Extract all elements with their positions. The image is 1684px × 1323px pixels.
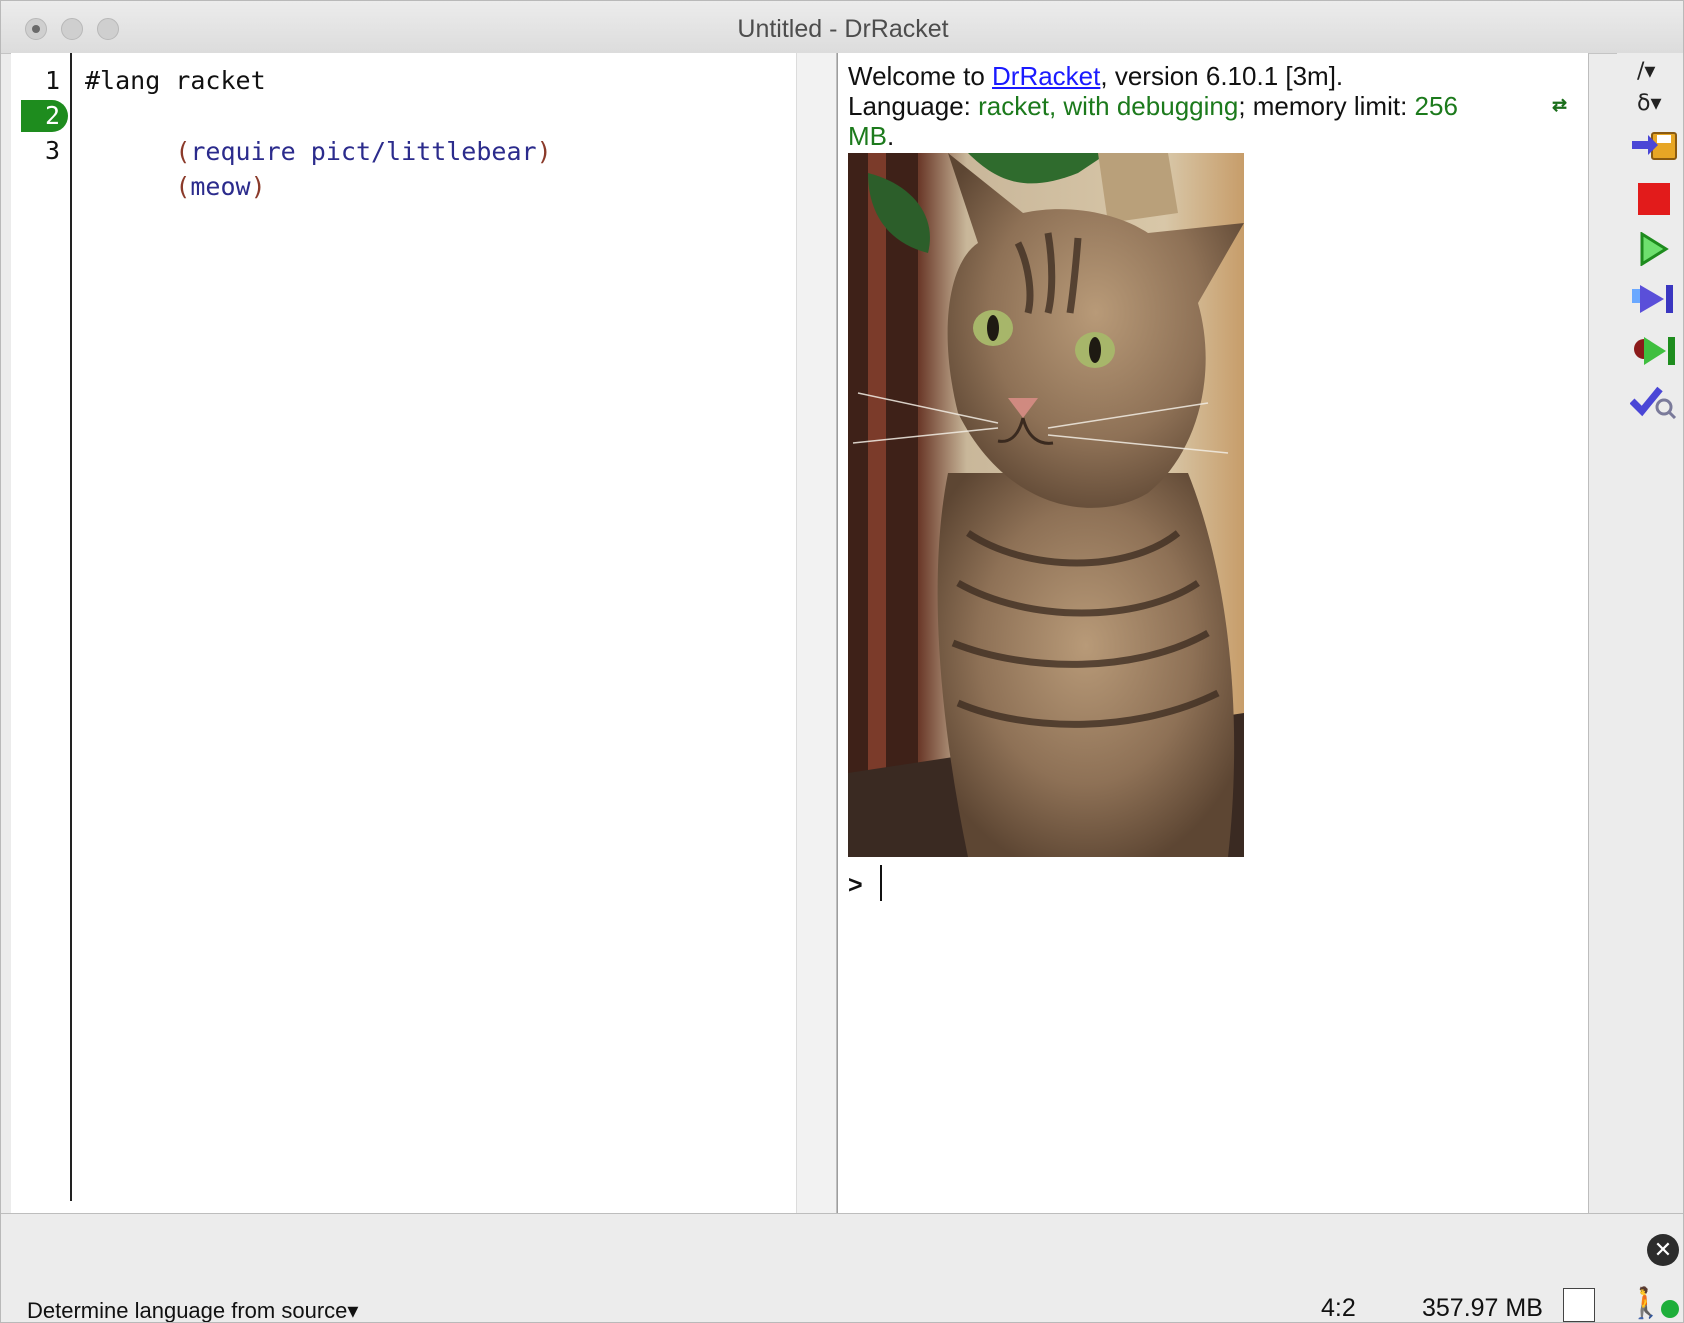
- save-icon: [1632, 132, 1677, 160]
- text-caret: [880, 865, 882, 901]
- language-line: Language: racket, with debugging; memory…: [848, 91, 1458, 121]
- run-button[interactable]: [1629, 227, 1679, 271]
- cat-image: [848, 153, 1244, 857]
- debug-icon: [1634, 337, 1675, 365]
- delta-menu[interactable]: δ▾: [1637, 91, 1662, 116]
- code-line-1[interactable]: #lang racket: [85, 63, 266, 99]
- title-bar: Untitled - DrRacket: [1, 1, 1683, 54]
- debug-button[interactable]: [1629, 329, 1679, 373]
- repl-prompt: >: [848, 871, 863, 899]
- memory-gc-box[interactable]: [1563, 1288, 1595, 1322]
- memory-usage[interactable]: 357.97 MB: [1422, 1294, 1543, 1322]
- check-syntax-button[interactable]: [1629, 379, 1679, 423]
- close-icon[interactable]: ✕: [1647, 1234, 1679, 1266]
- save-button[interactable]: [1629, 123, 1679, 167]
- pane-splitter[interactable]: [796, 53, 837, 1213]
- code-line-2[interactable]: (require pict/littlebear): [85, 98, 551, 166]
- interactions-pane[interactable]: Welcome to DrRacket, version 6.10.1 [3m]…: [837, 53, 1589, 1213]
- drracket-link[interactable]: DrRacket: [992, 61, 1100, 91]
- stop-button[interactable]: [1629, 177, 1679, 221]
- memory-unit-line: MB.: [848, 121, 895, 151]
- welcome-line: Welcome to DrRacket, version 6.10.1 [3m]…: [848, 61, 1344, 91]
- language-selector[interactable]: Determine language from source▾: [27, 1298, 358, 1322]
- run-icon: [1640, 232, 1669, 266]
- drracket-window: Untitled - DrRacket 1 2 3 #lang racket (…: [0, 0, 1684, 1323]
- check-syntax-icon: [1630, 386, 1677, 419]
- toolbar: /▾ δ▾: [1617, 53, 1683, 1213]
- status-bar: ✕ Determine language from source▾ 4:2 35…: [1, 1213, 1683, 1322]
- line-number: 3: [44, 136, 60, 165]
- line-number-gutter: 1 2 3: [11, 53, 72, 1201]
- step-icon: [1632, 285, 1673, 313]
- swap-language-icon[interactable]: ⇄: [1552, 95, 1570, 119]
- definitions-editor[interactable]: 1 2 3 #lang racket (require pict/littleb…: [11, 53, 797, 1213]
- line-number: 1: [44, 66, 60, 95]
- code-line-3[interactable]: (meow): [85, 133, 265, 201]
- cursor-position: 4:2: [1321, 1294, 1356, 1322]
- line-number-active: 2: [21, 100, 68, 132]
- step-button[interactable]: [1629, 277, 1679, 321]
- running-walker-icon: 🚶: [1627, 1287, 1665, 1320]
- stop-icon: [1638, 183, 1670, 215]
- slash-menu[interactable]: /▾: [1637, 59, 1655, 84]
- gc-status-icon: [1661, 1300, 1679, 1318]
- window-title: Untitled - DrRacket: [737, 15, 949, 43]
